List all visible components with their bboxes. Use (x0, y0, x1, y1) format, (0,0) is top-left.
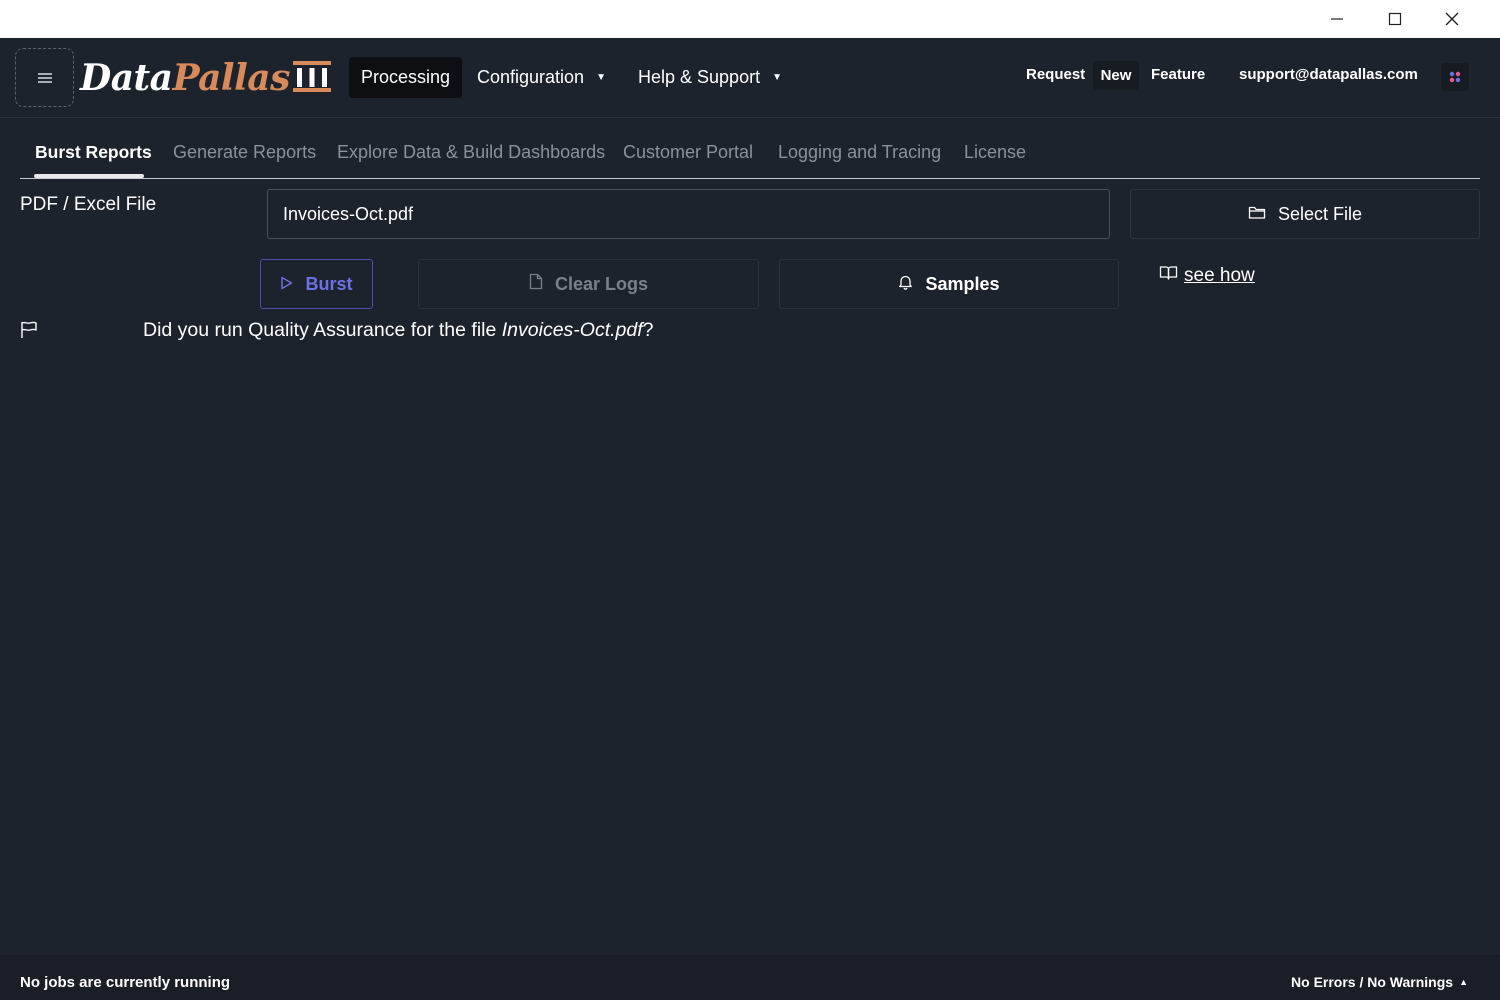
folder-icon (1248, 204, 1266, 225)
tab-explore-data[interactable]: Explore Data & Build Dashboards (337, 142, 605, 163)
request-link[interactable]: Request (1026, 66, 1085, 83)
book-icon (1159, 265, 1178, 287)
logo: DataPallas (80, 56, 290, 100)
hamburger-icon[interactable] (15, 48, 74, 107)
caret-up-icon: ▲ (1459, 977, 1468, 987)
flag-icon (20, 320, 40, 345)
feature-link[interactable]: Feature (1151, 66, 1205, 83)
nav-help-label: Help & Support (638, 67, 761, 87)
window-titlebar (0, 0, 1500, 38)
qa-prefix: Did you run Quality Assurance for the fi… (143, 319, 502, 341)
file-field-label: PDF / Excel File (20, 194, 157, 215)
file-path-input[interactable] (267, 189, 1110, 239)
jobs-status-text: No jobs are currently running (20, 974, 231, 991)
play-icon (280, 274, 293, 295)
clear-logs-button[interactable]: Clear Logs (418, 259, 759, 309)
samples-label: Samples (925, 273, 1000, 294)
tab-logging-tracing[interactable]: Logging and Tracing (778, 142, 941, 163)
maximize-icon[interactable] (1366, 0, 1423, 38)
burst-button[interactable]: Burst (260, 259, 373, 309)
tab-license[interactable]: License (964, 142, 1026, 163)
qa-filename: Invoices-Oct.pdf (501, 319, 643, 341)
file-icon (529, 273, 543, 295)
status-bar: No jobs are currently running No Errors … (0, 955, 1500, 1000)
close-icon[interactable] (1423, 0, 1480, 38)
nav-help-support[interactable]: Help & Support ▼ (638, 57, 782, 98)
caret-down-icon: ▼ (596, 72, 606, 83)
logo-text-data: Data (80, 57, 173, 99)
caret-down-icon: ▼ (772, 72, 782, 83)
tab-bar: Burst Reports Generate Reports Explore D… (20, 118, 1480, 179)
active-tab-indicator (34, 174, 144, 178)
select-file-button[interactable]: Select File (1130, 189, 1480, 239)
see-how-link[interactable]: see how (1159, 264, 1255, 288)
nav-configuration[interactable]: Configuration ▼ (477, 57, 606, 98)
tab-burst-reports[interactable]: Burst Reports (35, 142, 152, 163)
burst-label: Burst (305, 273, 353, 294)
app-header: DataPallas Processing Configuration ▼ He… (0, 38, 1500, 118)
pillars-icon (292, 61, 332, 98)
logo-text-pallas: Pallas (172, 57, 291, 99)
qa-reminder-text: Did you run Quality Assurance for the fi… (143, 319, 654, 342)
errors-warnings-label: No Errors / No Warnings (1291, 974, 1454, 990)
minimize-icon[interactable] (1308, 0, 1365, 38)
see-how-label: see how (1184, 265, 1255, 286)
tab-generate-reports[interactable]: Generate Reports (173, 142, 316, 163)
nav-configuration-label: Configuration (477, 67, 585, 87)
nav-processing[interactable]: Processing (349, 57, 462, 98)
tab-customer-portal[interactable]: Customer Portal (623, 142, 753, 163)
support-email-link[interactable]: support@datapallas.com (1239, 66, 1418, 83)
new-link[interactable]: New (1093, 61, 1139, 90)
select-file-label: Select File (1277, 203, 1363, 224)
clear-logs-label: Clear Logs (554, 273, 649, 294)
samples-button[interactable]: Samples (779, 259, 1119, 309)
errors-warnings-toggle[interactable]: No Errors / No Warnings ▲ (1291, 974, 1468, 990)
qa-suffix: ? (642, 319, 654, 341)
bell-icon (898, 274, 913, 295)
apps-grid-icon[interactable] (1441, 63, 1469, 91)
